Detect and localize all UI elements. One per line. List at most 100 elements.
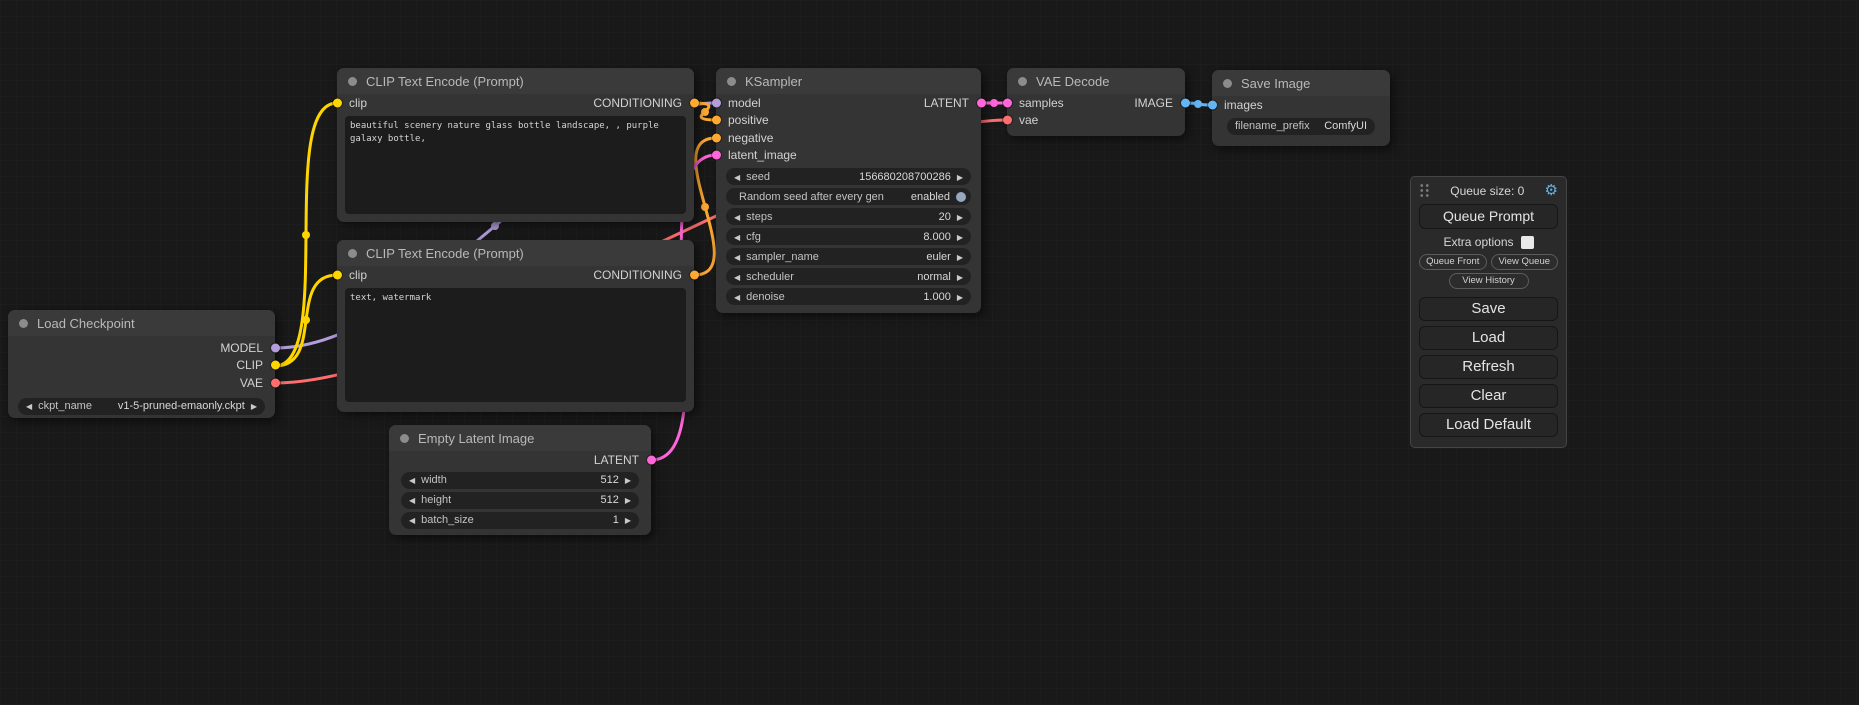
drag-handle-icon[interactable] — [1419, 183, 1430, 198]
output-label-vae: VAE — [240, 376, 263, 390]
height-widget[interactable]: height 512 — [401, 492, 639, 509]
input-label-images: images — [1224, 98, 1263, 112]
node-collapse-dot-icon[interactable] — [727, 77, 736, 86]
clip-input-port[interactable] — [333, 98, 342, 107]
increment-arrow-icon[interactable] — [957, 171, 963, 183]
node-collapse-dot-icon[interactable] — [348, 77, 357, 86]
node-collapse-dot-icon[interactable] — [400, 434, 409, 443]
node-title: CLIP Text Encode (Prompt) — [366, 246, 524, 261]
filename-prefix-widget[interactable]: filename_prefix ComfyUI — [1227, 118, 1375, 135]
node-collapse-dot-icon[interactable] — [1223, 79, 1232, 88]
batch-size-widget[interactable]: batch_size 1 — [401, 512, 639, 529]
view-history-button[interactable]: View History — [1449, 273, 1529, 289]
cfg-widget[interactable]: cfg 8.000 — [726, 228, 971, 245]
toggle-knob-icon[interactable] — [956, 192, 966, 202]
decrement-arrow-icon[interactable] — [734, 211, 740, 223]
image-output-port[interactable] — [1181, 98, 1190, 107]
vae-input-port[interactable] — [1003, 116, 1012, 125]
decrement-arrow-icon[interactable] — [409, 494, 415, 506]
decrement-arrow-icon[interactable] — [734, 171, 740, 183]
increment-arrow-icon[interactable] — [957, 291, 963, 303]
node-ksampler[interactable]: KSampler model LATENT positive negative … — [716, 68, 981, 313]
node-title-bar[interactable]: CLIP Text Encode (Prompt) — [337, 240, 694, 266]
node-title: VAE Decode — [1036, 74, 1109, 89]
model-input-port[interactable] — [712, 98, 721, 107]
prev-value-arrow-icon[interactable] — [26, 400, 32, 412]
settings-gear-icon[interactable] — [1545, 183, 1558, 198]
negative-input-port[interactable] — [712, 133, 721, 142]
increment-arrow-icon[interactable] — [957, 231, 963, 243]
latent-image-input-port[interactable] — [712, 151, 721, 160]
sampler-name-widget[interactable]: sampler_name euler — [726, 248, 971, 265]
node-collapse-dot-icon[interactable] — [19, 319, 28, 328]
node-title-bar[interactable]: KSampler — [716, 68, 981, 94]
latent-output-port[interactable] — [977, 98, 986, 107]
prev-value-arrow-icon[interactable] — [734, 251, 740, 263]
slot-row: samples IMAGE — [1007, 94, 1185, 112]
clear-button[interactable]: Clear — [1419, 384, 1558, 408]
prev-value-arrow-icon[interactable] — [734, 271, 740, 283]
load-button[interactable]: Load — [1419, 326, 1558, 350]
seed-widget[interactable]: seed 156680208700286 — [726, 168, 971, 185]
slot-row: model LATENT — [716, 94, 981, 112]
node-clip-text-encode-positive[interactable]: CLIP Text Encode (Prompt) clip CONDITION… — [337, 68, 694, 222]
node-clip-text-encode-negative[interactable]: CLIP Text Encode (Prompt) clip CONDITION… — [337, 240, 694, 412]
widget-value: 512 — [600, 494, 618, 506]
decrement-arrow-icon[interactable] — [734, 291, 740, 303]
vae-output-port[interactable] — [271, 378, 280, 387]
refresh-button[interactable]: Refresh — [1419, 355, 1558, 379]
steps-widget[interactable]: steps 20 — [726, 208, 971, 225]
output-label-image: IMAGE — [1134, 96, 1173, 110]
node-vae-decode[interactable]: VAE Decode samples IMAGE vae — [1007, 68, 1185, 136]
conditioning-output-port[interactable] — [690, 98, 699, 107]
widget-label: batch_size — [421, 514, 474, 526]
node-load-checkpoint[interactable]: Load Checkpoint MODEL CLIP VAE ckpt_name… — [8, 310, 275, 418]
node-save-image[interactable]: Save Image images filename_prefix ComfyU… — [1212, 70, 1390, 146]
node-collapse-dot-icon[interactable] — [348, 249, 357, 258]
next-value-arrow-icon[interactable] — [957, 271, 963, 283]
decrement-arrow-icon[interactable] — [734, 231, 740, 243]
extra-options-checkbox[interactable] — [1521, 236, 1534, 249]
increment-arrow-icon[interactable] — [625, 494, 631, 506]
node-title-bar[interactable]: VAE Decode — [1007, 68, 1185, 94]
increment-arrow-icon[interactable] — [625, 474, 631, 486]
images-input-port[interactable] — [1208, 100, 1217, 109]
next-value-arrow-icon[interactable] — [251, 400, 257, 412]
queue-prompt-button[interactable]: Queue Prompt — [1419, 204, 1558, 229]
input-label-vae: vae — [1019, 113, 1038, 127]
node-title-bar[interactable]: CLIP Text Encode (Prompt) — [337, 68, 694, 94]
node-collapse-dot-icon[interactable] — [1018, 77, 1027, 86]
increment-arrow-icon[interactable] — [625, 514, 631, 526]
width-widget[interactable]: width 512 — [401, 472, 639, 489]
next-value-arrow-icon[interactable] — [957, 251, 963, 263]
ckpt-name-widget[interactable]: ckpt_name v1-5-pruned-emaonly.ckpt — [18, 398, 265, 415]
samples-input-port[interactable] — [1003, 98, 1012, 107]
clip-input-port[interactable] — [333, 270, 342, 279]
model-output-port[interactable] — [271, 343, 280, 352]
random-seed-toggle[interactable]: Random seed after every gen enabled — [726, 188, 971, 205]
widget-value: v1-5-pruned-emaonly.ckpt — [118, 400, 245, 412]
positive-prompt-text-input[interactable]: beautiful scenery nature glass bottle la… — [345, 116, 686, 214]
negative-prompt-text-input[interactable]: text, watermark — [345, 288, 686, 402]
conditioning-output-port[interactable] — [690, 270, 699, 279]
increment-arrow-icon[interactable] — [957, 211, 963, 223]
denoise-widget[interactable]: denoise 1.000 — [726, 288, 971, 305]
scheduler-widget[interactable]: scheduler normal — [726, 268, 971, 285]
decrement-arrow-icon[interactable] — [409, 514, 415, 526]
comfy-menu-panel[interactable]: Queue size: 0 Queue Prompt Extra options… — [1410, 176, 1567, 448]
clip-output-port[interactable] — [271, 361, 280, 370]
node-empty-latent-image[interactable]: Empty Latent Image LATENT width 512 heig… — [389, 425, 651, 535]
decrement-arrow-icon[interactable] — [409, 474, 415, 486]
queue-front-button[interactable]: Queue Front — [1419, 254, 1487, 270]
latent-output-port[interactable] — [647, 455, 656, 464]
save-button[interactable]: Save — [1419, 297, 1558, 321]
node-graph-canvas[interactable]: Load Checkpoint MODEL CLIP VAE ckpt_name… — [0, 0, 1859, 705]
node-title-bar[interactable]: Empty Latent Image — [389, 425, 651, 451]
widget-value: 156680208700286 — [859, 171, 951, 183]
load-default-button[interactable]: Load Default — [1419, 413, 1558, 437]
node-title-bar[interactable]: Load Checkpoint — [8, 310, 275, 336]
positive-input-port[interactable] — [712, 116, 721, 125]
view-queue-button[interactable]: View Queue — [1491, 254, 1559, 270]
widget-value: euler — [926, 251, 950, 263]
node-title-bar[interactable]: Save Image — [1212, 70, 1390, 96]
